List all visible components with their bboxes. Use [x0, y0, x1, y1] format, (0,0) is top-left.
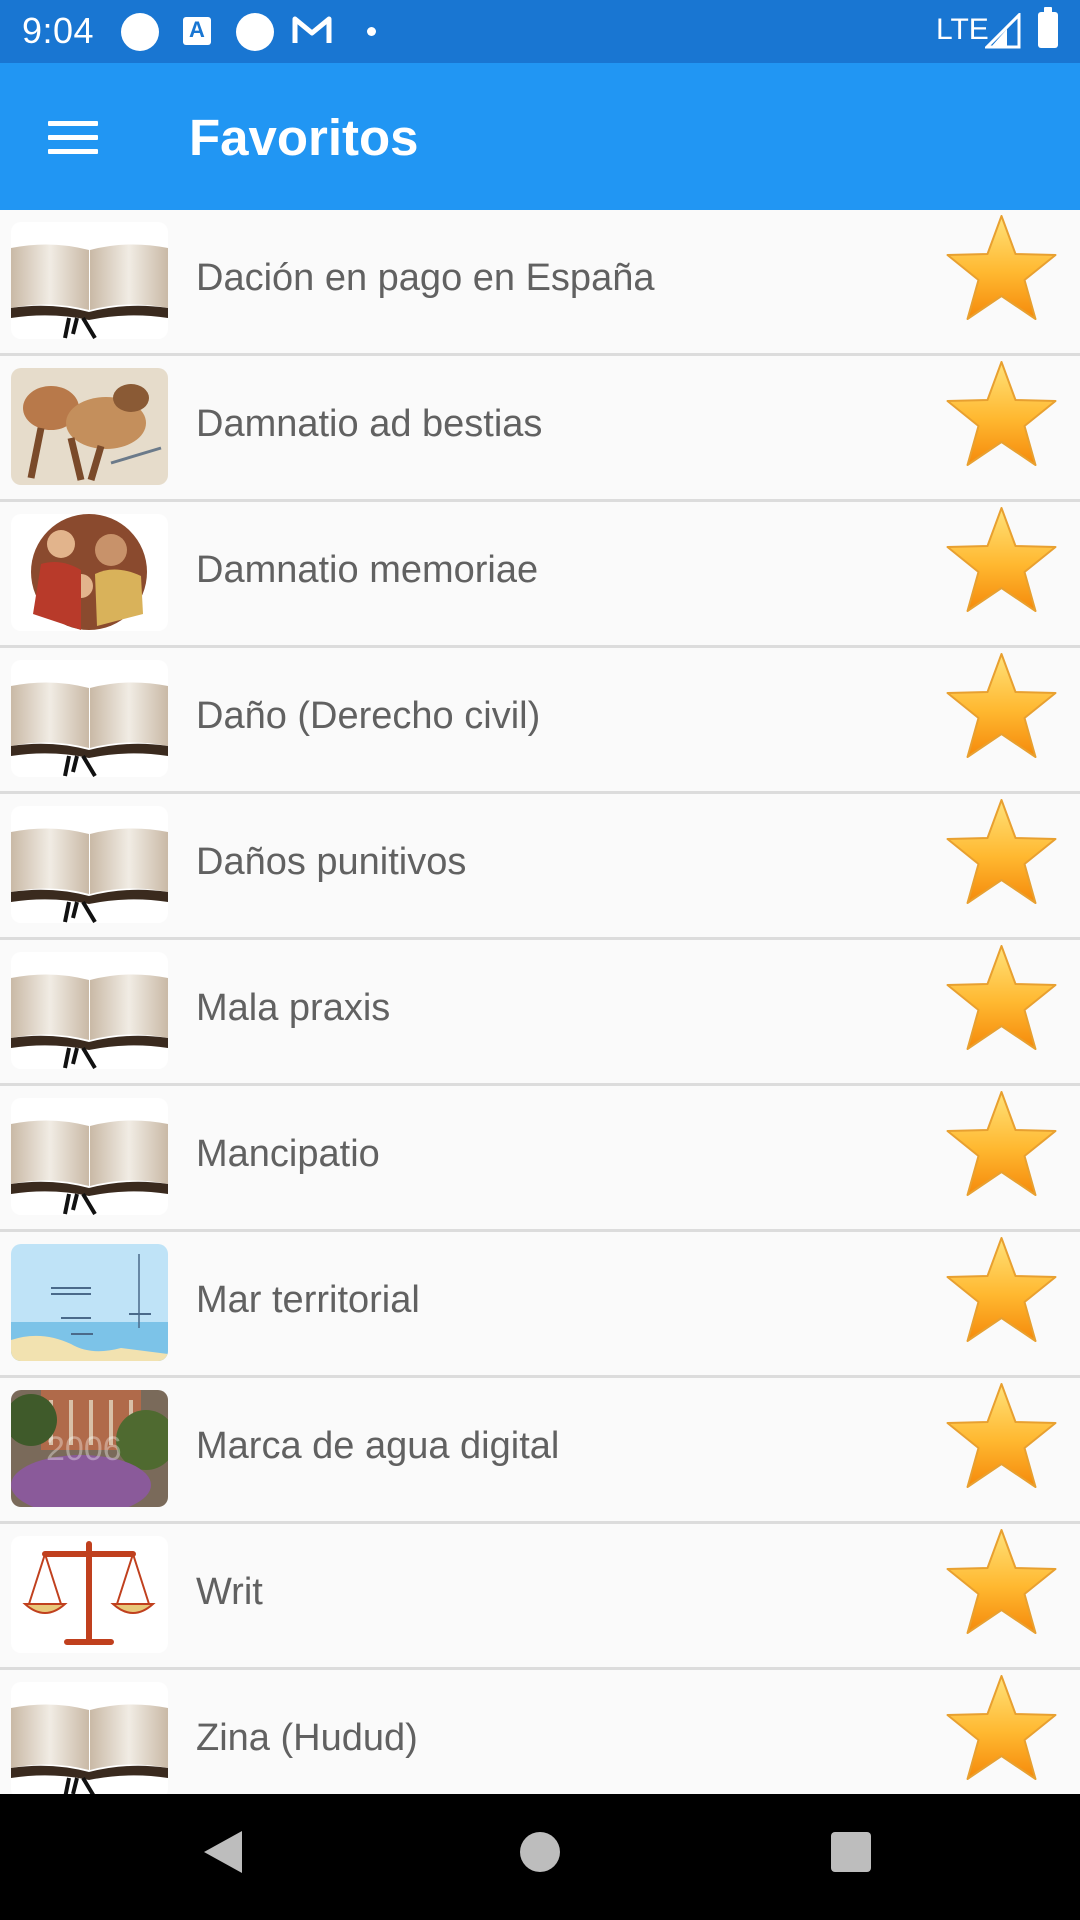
item-title: Dación en pago en España	[196, 257, 655, 299]
navigation-bar	[0, 1794, 1080, 1920]
star-icon[interactable]	[940, 648, 1063, 768]
item-title: Daños punitivos	[196, 841, 467, 883]
recents-icon[interactable]	[831, 1832, 871, 1872]
item-title: Writ	[196, 1571, 263, 1613]
list-item[interactable]: 2006 Marca de agua digital	[0, 1378, 1080, 1524]
app-bar: Favoritos	[0, 63, 1080, 210]
sea-diagram-image	[11, 1244, 168, 1361]
item-title: Marca de agua digital	[196, 1425, 560, 1467]
list-item[interactable]: Writ	[0, 1524, 1080, 1670]
star-icon[interactable]	[940, 1232, 1063, 1352]
scales-of-justice-image	[11, 1536, 168, 1653]
star-icon[interactable]	[940, 794, 1063, 914]
back-icon[interactable]	[200, 1827, 246, 1877]
list-item[interactable]: Damnatio memoriae	[0, 502, 1080, 648]
item-title: Daño (Derecho civil)	[196, 695, 541, 737]
watermark-photo-image: 2006	[11, 1390, 168, 1507]
item-title: Damnatio ad bestias	[196, 403, 543, 445]
list-item[interactable]: Zina (Hudud)	[0, 1670, 1080, 1794]
open-book-image	[11, 222, 168, 339]
star-icon[interactable]	[940, 1670, 1063, 1790]
a-notification-icon: A	[183, 17, 211, 45]
star-icon[interactable]	[940, 1524, 1063, 1644]
list-item[interactable]: Mancipatio	[0, 1086, 1080, 1232]
favorites-list[interactable]: Dación en pago en España Damnatio ad bes…	[0, 210, 1080, 1794]
open-book-image	[11, 660, 168, 777]
page-title: Favoritos	[189, 109, 419, 166]
item-title: Damnatio memoriae	[196, 549, 539, 591]
svg-text:2006: 2006	[46, 1430, 122, 1468]
star-icon[interactable]	[940, 940, 1063, 1060]
item-title: Zina (Hudud)	[196, 1717, 418, 1759]
hamburger-icon[interactable]	[40, 113, 104, 163]
mosaic-animal-image	[11, 368, 168, 485]
network-type: LTE	[936, 13, 989, 46]
star-icon[interactable]	[940, 502, 1063, 622]
list-item[interactable]: Damnatio ad bestias	[0, 356, 1080, 502]
notification-circle-icon	[121, 13, 159, 51]
notification-circle-icon	[236, 13, 274, 51]
home-icon[interactable]	[520, 1832, 560, 1872]
open-book-image	[11, 1098, 168, 1215]
signal-icon	[985, 13, 1021, 49]
battery-icon	[1038, 7, 1058, 48]
star-icon[interactable]	[940, 1086, 1063, 1206]
gmail-icon	[292, 16, 332, 43]
star-icon[interactable]	[940, 1378, 1063, 1498]
list-item[interactable]: Daños punitivos	[0, 794, 1080, 940]
dot-icon	[367, 27, 376, 36]
list-item[interactable]: Mar territorial	[0, 1232, 1080, 1378]
star-icon[interactable]	[940, 210, 1063, 330]
star-icon[interactable]	[940, 356, 1063, 476]
open-book-image	[11, 952, 168, 1069]
list-item[interactable]: Mala praxis	[0, 940, 1080, 1086]
status-time: 9:04	[22, 10, 95, 51]
open-book-image	[11, 1682, 168, 1794]
open-book-image	[11, 806, 168, 923]
item-title: Mancipatio	[196, 1133, 380, 1175]
family-portrait-image	[11, 514, 168, 631]
item-title: Mar territorial	[196, 1279, 420, 1321]
list-item[interactable]: Dación en pago en España	[0, 210, 1080, 356]
item-title: Mala praxis	[196, 987, 391, 1029]
list-item[interactable]: Daño (Derecho civil)	[0, 648, 1080, 794]
status-bar: 9:04 A LTE	[0, 0, 1080, 63]
